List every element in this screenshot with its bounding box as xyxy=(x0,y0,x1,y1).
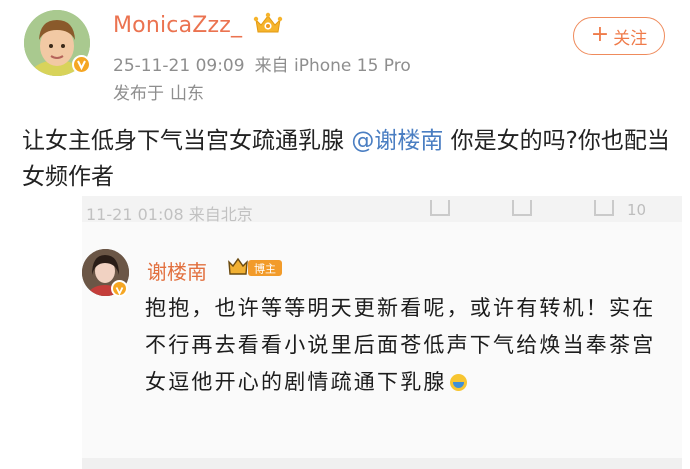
comment-icon xyxy=(512,200,532,216)
share-icon xyxy=(430,200,450,216)
post-location: 发布于 山东 xyxy=(113,79,204,104)
blogger-badge: 博主 xyxy=(228,255,284,283)
cut-off-date: 11-21 01:08 来自北京 xyxy=(86,205,253,222)
emoji-icon xyxy=(449,374,467,391)
comment-text-content: 抱抱，也许等等明天更新看呢，或许有转机！实在不行再去看看小说里后面苍低声下气给焕… xyxy=(145,296,656,394)
cut-off-footer xyxy=(82,458,682,469)
post-source: 来自 iPhone 15 Pro xyxy=(254,56,411,76)
location-value: 山东 xyxy=(170,84,204,104)
commenter-name: 谢楼南 xyxy=(147,260,207,284)
blogger-badge-label: 博主 xyxy=(254,263,276,276)
location-prefix: 发布于 xyxy=(113,84,164,104)
like-icon xyxy=(594,200,614,216)
follow-label: 关注 xyxy=(613,28,648,49)
verified-badge-icon xyxy=(72,55,91,74)
mention-link[interactable]: @谢楼南 xyxy=(351,128,443,154)
comment-text: 抱抱，也许等等明天更新看呢，或许有转机！实在不行再去看看小说里后面苍低声下气给焕… xyxy=(145,290,665,401)
post-meta: 25-11-21 09:09 来自 iPhone 15 Pro xyxy=(113,51,411,76)
post-text: 让女主低身下气当宫女疏通乳腺 @谢楼南 你是女的吗?你也配当女频作者 xyxy=(22,123,672,195)
crown-badge-icon[interactable] xyxy=(253,11,283,41)
cut-off-count: 10 xyxy=(627,201,647,219)
cut-off-header: 11-21 01:08 来自北京 10 xyxy=(82,196,682,222)
post-text-before: 让女主低身下气当宫女疏通乳腺 xyxy=(22,128,352,154)
plus-icon: + xyxy=(590,22,610,47)
post-date: 25-11-21 09:09 xyxy=(113,56,245,76)
follow-button[interactable]: + 关注 xyxy=(573,17,665,55)
author-username[interactable]: MonicaZzz_ xyxy=(113,13,242,38)
commenter-verified-icon xyxy=(111,280,128,297)
embedded-screenshot[interactable]: 11-21 01:08 来自北京 10 谢楼南 博主 抱抱，也许等等明天更新看呢… xyxy=(82,196,682,469)
